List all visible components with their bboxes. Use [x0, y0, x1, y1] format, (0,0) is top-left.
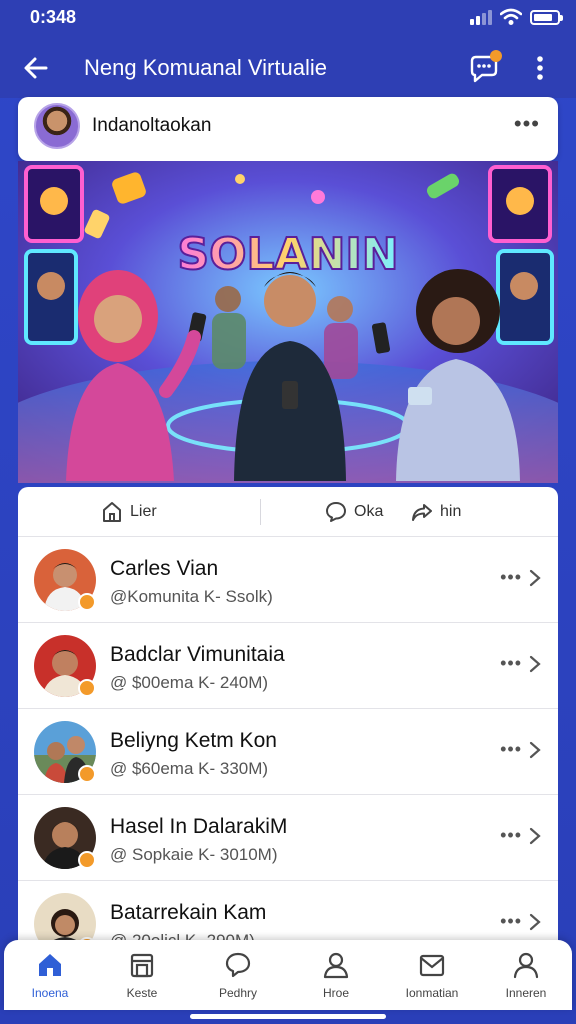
- list-item-handle: @ $60ema K- 330M): [110, 759, 269, 778]
- list-item-name: Badclar Vimunitaia: [110, 643, 285, 666]
- chevron-right-icon: [529, 655, 541, 673]
- nav-label: Ionmatian: [405, 986, 459, 1000]
- more-icon[interactable]: •••: [500, 567, 522, 588]
- action-divider: [260, 499, 261, 525]
- wifi-icon: [500, 8, 522, 25]
- list-item[interactable]: Hasel In DalarakiM @ Sopkaie K- 3010M) •…: [18, 795, 558, 881]
- chevron-right-icon: [529, 569, 541, 587]
- more-icon[interactable]: •••: [500, 911, 522, 932]
- nav-item-chat[interactable]: Pedhry: [192, 950, 284, 1000]
- like-action-button[interactable]: Lier: [100, 500, 157, 524]
- home-icon: [39, 954, 61, 976]
- list-item-handle: @Komunita K- Ssolk): [110, 587, 273, 606]
- share-action-label: hin: [440, 503, 462, 520]
- nav-label: Keste: [126, 986, 158, 1000]
- notification-dot: [490, 50, 502, 62]
- status-icons: [470, 8, 563, 26]
- battery-level: [534, 13, 553, 21]
- app-header: Neng Komuanal Virtualie: [0, 36, 576, 98]
- list-item[interactable]: Beliyng Ketm Kon @ $60ema K- 330M) •••: [18, 709, 558, 795]
- like-action-label: Lier: [130, 503, 157, 520]
- hero-banner: SOLANIN: [18, 161, 558, 483]
- bottom-nav: Inoena Keste Pedhry Hroe Ionmatian Inner…: [4, 940, 572, 1010]
- more-icon[interactable]: •••: [500, 825, 522, 846]
- comment-action-button[interactable]: Oka: [324, 500, 383, 524]
- list-item[interactable]: Batarrekain Kam @ 20olicl K- 290M) •••: [18, 881, 558, 947]
- nav-item-home[interactable]: Inoena: [4, 950, 96, 1000]
- nav-label: Inoena: [31, 986, 69, 1000]
- nav-label: Inneren: [505, 986, 547, 1000]
- list-item-name: Batarrekain Kam: [110, 901, 267, 924]
- mail-icon: [419, 954, 445, 977]
- verified-badge: [78, 593, 96, 611]
- profile-avatar: [34, 103, 80, 149]
- nav-label: Hroe: [322, 986, 349, 1000]
- more-vertical-icon[interactable]: [526, 50, 554, 86]
- list-item-handle: @ Sopkaie K- 3010M): [110, 845, 278, 864]
- verified-badge: [78, 765, 96, 783]
- hero-illustration: SOLANIN: [18, 161, 558, 483]
- chevron-right-icon: [529, 827, 541, 845]
- nav-item-people[interactable]: Hroe: [290, 950, 382, 1000]
- nav-item-store[interactable]: Keste: [96, 950, 188, 1000]
- store-icon: [130, 953, 154, 978]
- home-indicator: [190, 1014, 386, 1019]
- share-icon: [412, 504, 432, 521]
- verified-badge: [78, 851, 96, 869]
- share-action-button[interactable]: hin: [410, 500, 461, 524]
- list-item-name: Beliyng Ketm Kon: [110, 729, 277, 752]
- comment-icon: [326, 502, 346, 522]
- page-title: Neng Komuanal Virtualie: [84, 55, 327, 80]
- chat-icon: [225, 952, 251, 978]
- battery-icon: [530, 9, 563, 25]
- comment-action-label: Oka: [354, 503, 384, 520]
- chat-button[interactable]: [466, 50, 502, 86]
- like-icon: [103, 502, 121, 522]
- user-icon: [323, 952, 349, 979]
- list-item-name: Carles Vian: [110, 557, 219, 580]
- list-item-handle: @ $00ema K- 240M): [110, 673, 269, 692]
- more-icon[interactable]: •••: [500, 739, 522, 760]
- list-item[interactable]: Badclar Vimunitaia @ $00ema K- 240M) •••: [18, 623, 558, 709]
- feed-card: Lier Oka hin Carles Vian @Komunita K- Ss…: [18, 487, 558, 947]
- profile-name: Indanoltaokan: [92, 115, 212, 136]
- status-time: 0:348: [30, 7, 77, 27]
- profile-card[interactable]: Indanoltaokan •••: [18, 97, 558, 161]
- chevron-right-icon: [529, 741, 541, 759]
- verified-badge: [78, 679, 96, 697]
- list-item-name: Hasel In DalarakiM: [110, 815, 288, 838]
- profile-more-button[interactable]: •••: [514, 111, 540, 137]
- back-arrow-icon[interactable]: [20, 52, 52, 84]
- actions-bar: Lier Oka hin: [18, 487, 558, 537]
- profile-icon: [513, 952, 539, 979]
- nav-item-inbox[interactable]: Ionmatian: [386, 950, 478, 1000]
- status-bar: 0:348: [0, 0, 576, 36]
- more-icon[interactable]: •••: [500, 653, 522, 674]
- signal-icon: [470, 9, 492, 25]
- nav-item-profile[interactable]: Inneren: [480, 950, 572, 1000]
- list-item[interactable]: Carles Vian @Komunita K- Ssolk) •••: [18, 537, 558, 623]
- nav-label: Pedhry: [218, 986, 258, 1000]
- chevron-right-icon: [529, 913, 541, 931]
